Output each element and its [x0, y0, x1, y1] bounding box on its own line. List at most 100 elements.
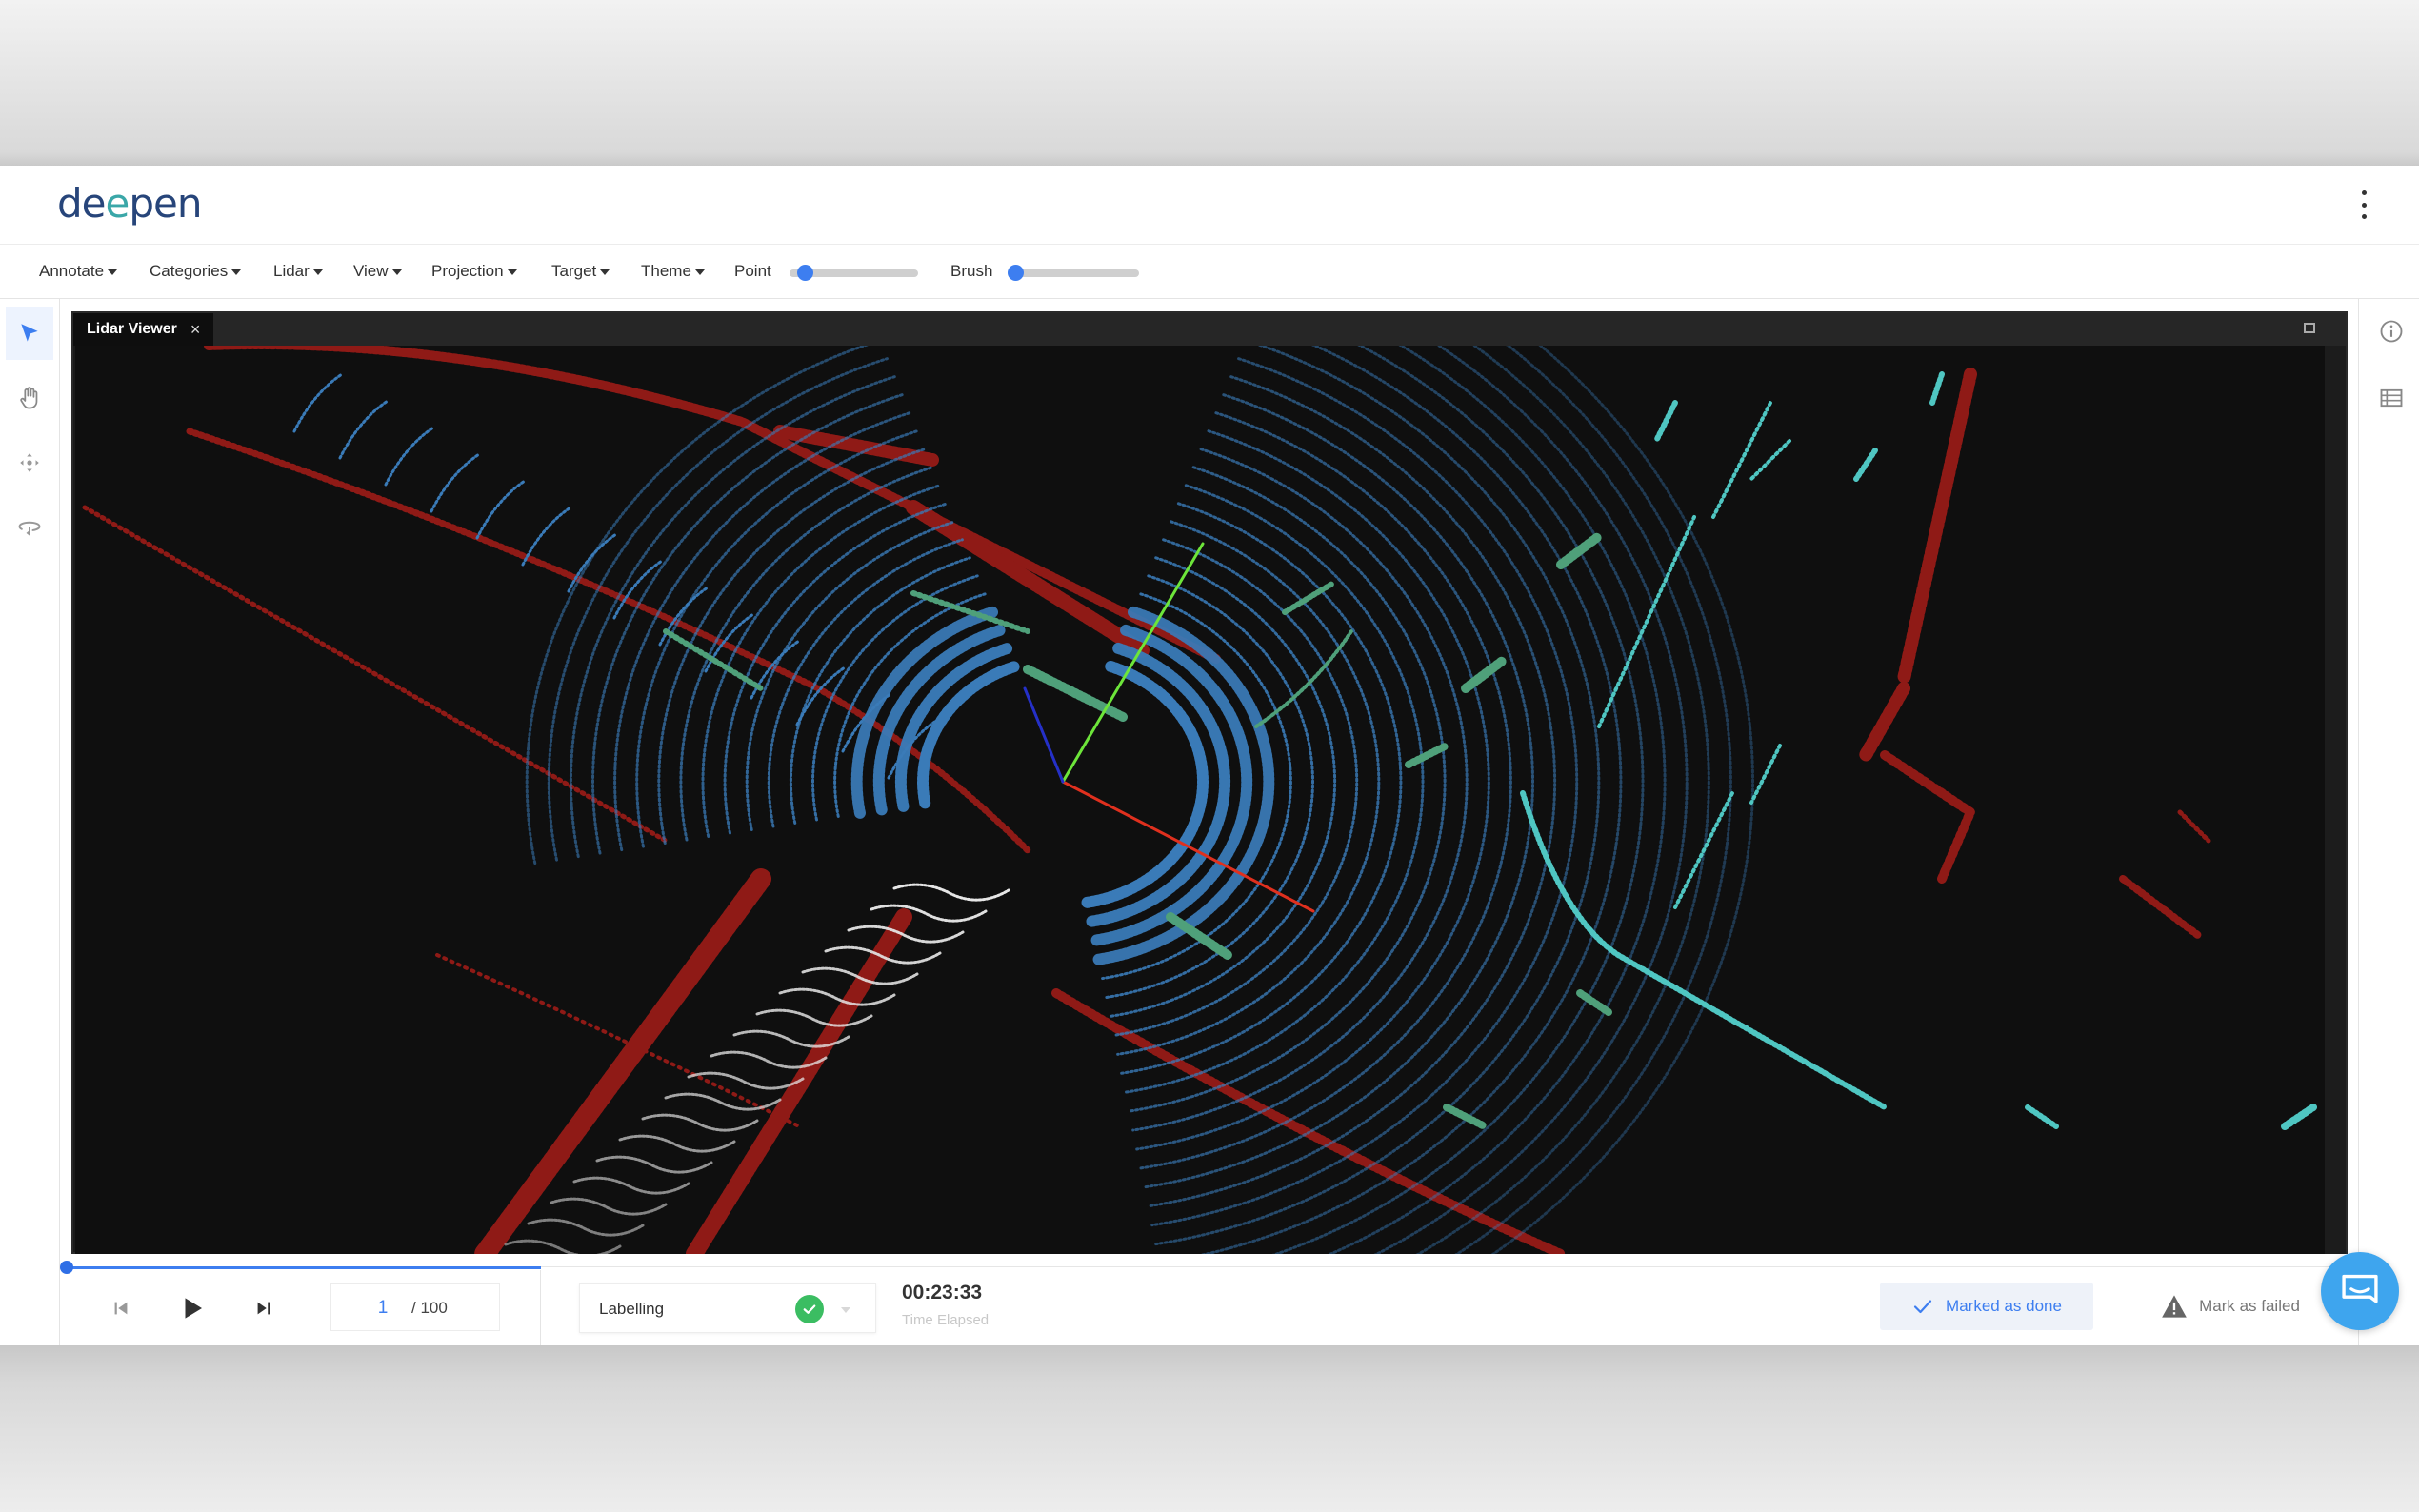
list-button[interactable]: [2378, 385, 2405, 411]
orbit-tool-button[interactable]: [6, 501, 53, 554]
z-axis-line: [1023, 686, 1065, 784]
lidar-road-line: [595, 1155, 713, 1174]
play-icon: [185, 1298, 202, 1319]
lidar-scanline: [338, 399, 390, 460]
elapsed-timer-label: Time Elapsed: [902, 1312, 990, 1328]
play-button[interactable]: [173, 1289, 211, 1327]
lidar-ring: [547, 357, 889, 862]
menu-lidar[interactable]: Lidar: [273, 245, 323, 298]
status-label: Labelling: [599, 1300, 665, 1318]
tab-label: Lidar Viewer: [87, 321, 177, 337]
lidar-white-points: [504, 883, 1010, 1254]
close-icon[interactable]: ×: [190, 313, 201, 346]
lidar-ring: [1415, 346, 1710, 1254]
lidar-road-line: [572, 1176, 690, 1195]
viewer-tab-bar: Lidar Viewer ×: [73, 313, 2346, 346]
caret-down-icon: [231, 269, 242, 275]
lidar-scanline: [384, 426, 435, 487]
elapsed-timer: 00:23:33: [902, 1282, 983, 1303]
orbit-rotate-icon: [18, 521, 41, 536]
list-table-icon: [2380, 388, 2403, 408]
point-size-slider[interactable]: [790, 265, 918, 281]
point-cloud-render: [82, 346, 2317, 1254]
chat-launcher-button[interactable]: [2321, 1252, 2399, 1330]
lidar-road-line: [778, 987, 896, 1006]
menu-projection[interactable]: Projection: [431, 245, 517, 298]
menu-categories[interactable]: Categories: [150, 245, 242, 298]
menu-target[interactable]: Target: [551, 245, 610, 298]
lidar-road-line: [618, 1134, 736, 1153]
next-frame-button[interactable]: [245, 1289, 283, 1327]
menu-theme[interactable]: Theme: [641, 245, 705, 298]
lidar-scanline: [292, 372, 344, 433]
more-options-icon[interactable]: [2354, 190, 2373, 219]
caret-down-icon: [108, 269, 118, 275]
marked-as-done-button[interactable]: Marked as done: [1880, 1283, 2093, 1330]
backdrop-bottom: [0, 1345, 2419, 1512]
lidar-ring: [1150, 357, 1579, 1227]
done-label: Marked as done: [1946, 1297, 2062, 1315]
logo-part: pen: [129, 180, 202, 227]
viewer-scrollbar[interactable]: [2325, 346, 2346, 1254]
menu-label: Categories: [150, 262, 229, 280]
first-frame-button[interactable]: [102, 1289, 140, 1327]
bottom-bar: 1 / 100 Labelling 00:23:33 Time Elapsed …: [59, 1270, 2358, 1345]
divider: [540, 1270, 541, 1345]
caret-down-icon: [507, 269, 517, 275]
menu-label: Theme: [641, 262, 691, 280]
lidar-viewer-panel: Lidar Viewer ×: [71, 311, 2348, 1254]
menu-label: View: [353, 262, 389, 280]
current-frame-input[interactable]: 1: [370, 1284, 396, 1332]
check-circle-icon: [795, 1295, 824, 1323]
hand-pan-icon: [20, 387, 38, 409]
fail-label: Mark as failed: [2199, 1297, 2300, 1315]
caret-down-icon: [312, 269, 323, 275]
logo-accent: e: [105, 180, 130, 227]
select-cursor-icon: [21, 324, 38, 342]
chat-icon: [2342, 1274, 2378, 1303]
lidar-road-line: [527, 1218, 645, 1237]
maximize-icon[interactable]: [2304, 323, 2315, 333]
lidar-red-points: [82, 346, 2211, 1254]
info-button[interactable]: [2378, 318, 2405, 345]
brush-size-slider-thumb[interactable]: [1008, 265, 1024, 281]
menu-label: Annotate: [39, 262, 105, 280]
lidar-scanline: [795, 666, 847, 726]
mark-as-failed-button[interactable]: Mark as failed: [2145, 1283, 2316, 1330]
deepen-logo[interactable]: deepen: [57, 175, 202, 232]
select-tool-button[interactable]: [6, 307, 53, 360]
menu-annotate[interactable]: Annotate: [39, 245, 118, 298]
left-toolbar: [0, 299, 60, 1345]
tab-lidar-viewer[interactable]: Lidar Viewer ×: [73, 313, 214, 346]
status-dropdown[interactable]: Labelling: [579, 1283, 876, 1333]
brush-size-slider[interactable]: [1008, 265, 1139, 281]
menu-label: Lidar: [273, 262, 310, 280]
point-size-slider-thumb[interactable]: [797, 265, 814, 281]
lidar-road-line: [892, 883, 1010, 902]
move-arrows-icon: [20, 453, 39, 472]
lidar-road-line: [641, 1113, 759, 1132]
lidar-scanline: [430, 452, 481, 513]
menu-view[interactable]: View: [353, 245, 402, 298]
lidar-road-line: [870, 904, 988, 923]
pan-tool-button[interactable]: [6, 371, 53, 425]
x-axis-line: [1061, 780, 1315, 913]
lidar-scanline: [475, 479, 527, 540]
caret-down-icon: [841, 1307, 850, 1313]
check-icon: [1913, 1300, 1932, 1314]
menubar: Annotate Categories Lidar View Projectio…: [0, 245, 2419, 299]
lidar-ring: [1120, 502, 1403, 1075]
move-tool-button[interactable]: [6, 436, 53, 489]
app-window: deepen Annotate Categories Lidar View Pr…: [0, 166, 2419, 1345]
info-icon: [2380, 320, 2403, 343]
total-frames: / 100: [411, 1299, 448, 1317]
brush-size-label: Brush: [950, 262, 993, 280]
lidar-road-line: [504, 1239, 622, 1254]
timeline-progress: [65, 1266, 541, 1269]
lidar-road-line: [550, 1197, 668, 1216]
lidar-ring: [1454, 346, 1732, 1254]
menu-label: Target: [551, 262, 597, 280]
point-cloud-canvas[interactable]: [75, 346, 2325, 1254]
timeline-track[interactable]: [541, 1266, 2358, 1267]
logo-part: de: [57, 180, 106, 227]
